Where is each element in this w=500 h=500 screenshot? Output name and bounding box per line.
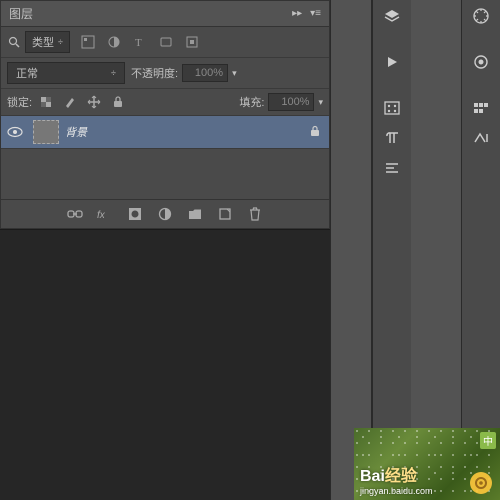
group-icon[interactable] xyxy=(187,206,203,222)
color-icon[interactable] xyxy=(467,50,495,74)
filter-row: 类型 ÷ T xyxy=(1,27,329,58)
filter-adjust-icon[interactable] xyxy=(106,34,122,50)
lock-transparent-icon[interactable] xyxy=(38,94,54,110)
search-icon[interactable] xyxy=(7,35,21,49)
transform-icon[interactable] xyxy=(467,126,495,150)
lock-row: 锁定: 填充: 100% ▾ xyxy=(1,89,329,116)
fill-label: 填充: xyxy=(239,94,264,110)
filter-pixel-icon[interactable] xyxy=(80,34,96,50)
watermark-badge: 中 xyxy=(480,432,496,449)
delete-icon[interactable] xyxy=(247,206,263,222)
layers-panel: 图层 ▸▸ ▾≡ 类型 ÷ T xyxy=(0,0,330,229)
chevron-icon: ÷ xyxy=(58,37,63,47)
panel-title: 图层 xyxy=(9,5,33,22)
kind-dropdown[interactable]: 类型 ÷ xyxy=(25,31,70,53)
blend-row: 正常 ÷ 不透明度: 100% ▾ xyxy=(1,58,329,89)
new-layer-icon[interactable] xyxy=(217,206,233,222)
svg-text:T: T xyxy=(135,37,142,49)
lock-label: 锁定: xyxy=(7,94,32,110)
adjustment-icon[interactable] xyxy=(157,206,173,222)
filter-smart-icon[interactable] xyxy=(184,34,200,50)
kind-label: 类型 xyxy=(32,34,54,50)
mask-icon[interactable] xyxy=(127,206,143,222)
fill-chevron-icon[interactable]: ▾ xyxy=(318,97,323,108)
fx-icon[interactable]: fx xyxy=(97,206,113,222)
layers-tab-icon[interactable] xyxy=(378,4,406,28)
filter-type-icon[interactable]: T xyxy=(132,34,148,50)
brush-preset-icon[interactable] xyxy=(378,96,406,120)
collapse-icon[interactable]: ▸▸ xyxy=(292,8,302,19)
panel-footer: fx xyxy=(1,199,329,228)
compass-icon[interactable] xyxy=(467,4,495,28)
fill-value[interactable]: 100% xyxy=(268,93,314,111)
panel-menu-icon[interactable]: ▾≡ xyxy=(310,8,321,19)
opacity-label: 不透明度: xyxy=(131,65,178,81)
opacity-value[interactable]: 100% xyxy=(182,64,228,82)
chevron-icon: ÷ xyxy=(111,68,116,78)
paragraph-icon[interactable] xyxy=(378,126,406,150)
panel-header: 图层 ▸▸ ▾≡ xyxy=(1,1,329,27)
watermark-brand: Bai xyxy=(360,468,385,485)
link-layers-icon[interactable] xyxy=(67,206,83,222)
tool-column-1 xyxy=(372,0,411,500)
swatches-icon[interactable] xyxy=(467,96,495,120)
lock-position-icon[interactable] xyxy=(86,94,102,110)
layer-name[interactable]: 背景 xyxy=(65,124,303,140)
play-icon[interactable] xyxy=(378,50,406,74)
layer-lock-icon[interactable] xyxy=(309,125,323,139)
blend-mode-dropdown[interactable]: 正常 ÷ xyxy=(7,62,125,84)
layer-empty-area xyxy=(1,149,329,199)
align-icon[interactable] xyxy=(378,156,406,180)
layer-thumbnail[interactable] xyxy=(33,120,59,144)
opacity-chevron-icon[interactable]: ▾ xyxy=(232,68,237,79)
tool-column-2 xyxy=(461,0,500,500)
blend-mode-label: 正常 xyxy=(16,65,38,81)
right-dock-gap xyxy=(411,0,461,500)
panel-dock-gap xyxy=(330,0,372,500)
gear-icon xyxy=(470,472,492,494)
svg-text:fx: fx xyxy=(97,210,106,221)
filter-shape-icon[interactable] xyxy=(158,34,174,50)
layer-list: 背景 xyxy=(1,116,329,199)
lock-pixels-icon[interactable] xyxy=(62,94,78,110)
watermark: Bai经验 jingyan.baidu.com 中 xyxy=(354,428,500,500)
lock-all-icon[interactable] xyxy=(110,94,126,110)
watermark-brand2: 经验 xyxy=(385,468,417,485)
layer-item[interactable]: 背景 xyxy=(1,116,329,149)
visibility-icon[interactable] xyxy=(7,124,23,140)
canvas-area xyxy=(0,229,330,500)
